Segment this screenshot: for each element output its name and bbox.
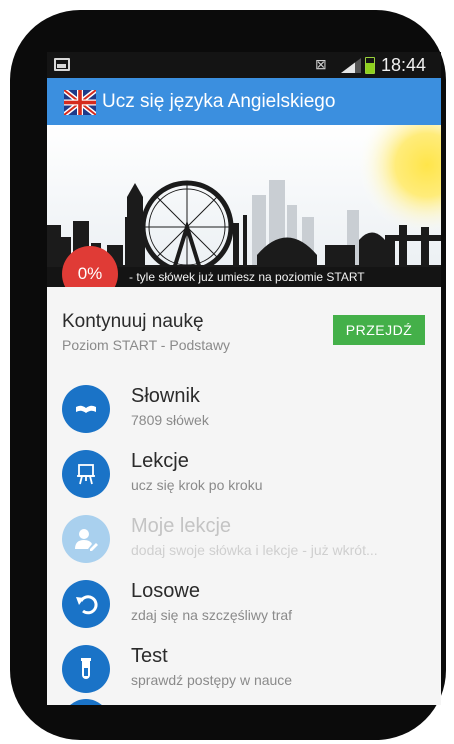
book-icon <box>62 385 110 433</box>
menu-item-subtitle: dodaj swoje słówka i lekcje - już wkrót.… <box>131 542 378 558</box>
menu-item-title: Moje lekcje <box>131 515 232 537</box>
app-bar: Ucz się języka Angielskiego <box>47 78 441 125</box>
progress-text: - tyle słówek już umiesz na poziomie STA… <box>129 270 365 284</box>
menu-item-title: Lekcje <box>131 450 189 472</box>
menu-item-dictionary[interactable]: Słownik 7809 słówek <box>47 377 441 437</box>
signal-icon <box>341 58 361 73</box>
test-tube-icon <box>62 645 110 693</box>
status-time: 18:44 <box>381 55 427 75</box>
menu-item-lessons[interactable]: Lekcje ucz się krok po kroku <box>47 442 441 502</box>
menu-item-subtitle: zdaj się na szczęśliwy traf <box>131 607 293 623</box>
easel-icon <box>62 450 110 498</box>
menu-item-subtitle: ucz się krok po kroku <box>131 477 263 493</box>
menu-item-subtitle: sprawdź postępy w nauce <box>131 672 293 688</box>
menu-item-subtitle: 7809 słówek <box>131 412 209 428</box>
main-content: Kontynuuj naukę Poziom START - Podstawy … <box>47 287 441 705</box>
image-icon <box>54 58 70 71</box>
phone-frame: ⊠ 18:44 Ucz się języka Angielskiego - ty… <box>10 10 446 740</box>
menu-item-title: Test <box>131 645 168 667</box>
continue-subtitle: Poziom START - Podstawy <box>62 337 231 353</box>
go-button[interactable]: PRZEJDŹ <box>333 315 425 345</box>
menu-item-test[interactable]: Test sprawdź postępy w nauce <box>47 637 441 697</box>
continue-title: Kontynuuj naukę <box>62 311 204 332</box>
menu-item-title: Losowe <box>131 580 200 602</box>
undo-icon <box>62 580 110 628</box>
uk-flag-icon <box>64 90 96 115</box>
menu-item-title: Słownik <box>131 385 200 407</box>
no-sim-icon: ⊠ <box>315 56 327 72</box>
battery-icon <box>365 57 375 74</box>
user-edit-icon <box>62 515 110 563</box>
status-bar: ⊠ 18:44 <box>47 52 441 78</box>
app-screen: ⊠ 18:44 Ucz się języka Angielskiego - ty… <box>47 52 441 705</box>
app-title: Ucz się języka Angielskiego <box>102 91 336 112</box>
next-menu-icon <box>62 699 110 705</box>
menu-item-my-lessons: Moje lekcje dodaj swoje słówka i lekcje … <box>47 507 441 567</box>
menu-item-random[interactable]: Losowe zdaj się na szczęśliwy traf <box>47 572 441 632</box>
